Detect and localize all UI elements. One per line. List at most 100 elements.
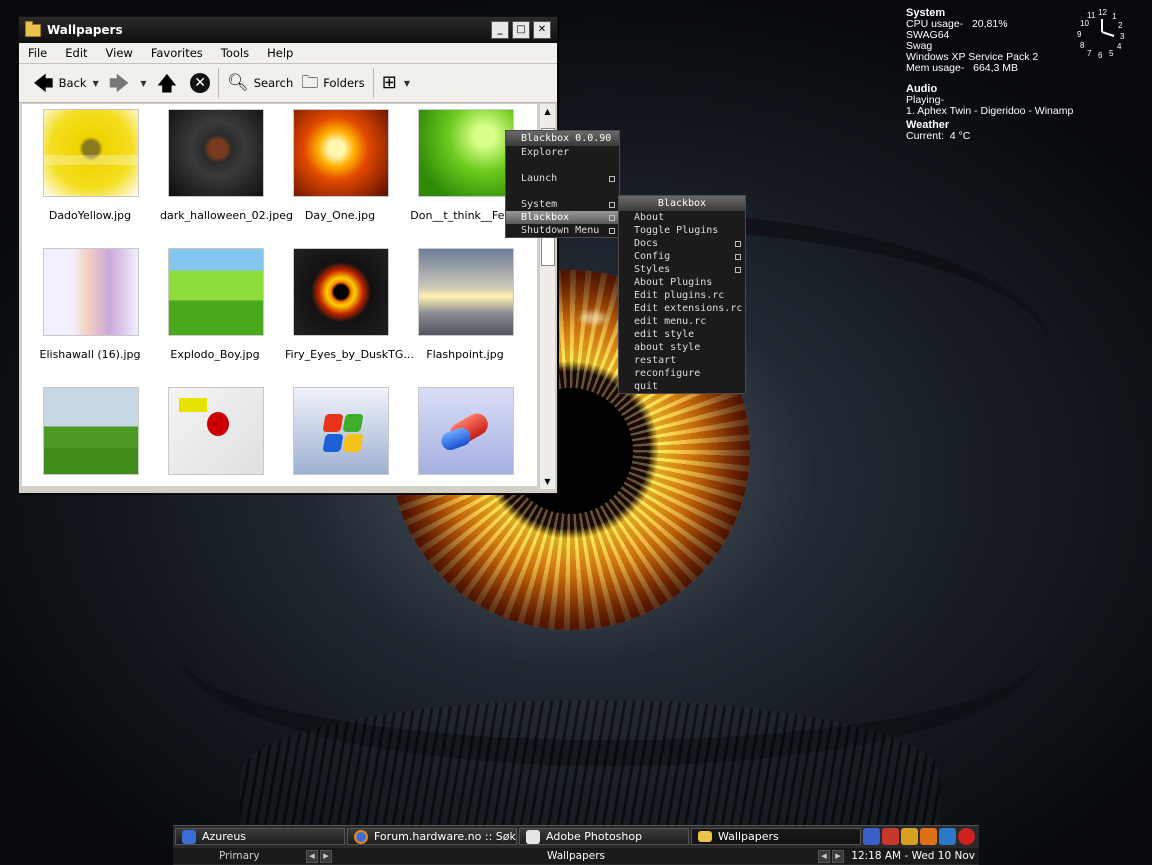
system-tray xyxy=(863,828,975,845)
folders-label: Folders xyxy=(323,76,365,90)
file-name: DadoYellow.jpg xyxy=(48,209,132,222)
views-button[interactable]: ⊞ ▼ xyxy=(378,68,420,98)
menu-bar: File Edit View Favorites Tools Help xyxy=(19,43,557,64)
now-playing-track: 1. Aphex Twin - Digeridoo - Winamp xyxy=(906,105,1074,117)
stop-button[interactable]: ✕ xyxy=(186,68,214,98)
folders-icon: 🗀 xyxy=(301,73,319,93)
mail-icon[interactable] xyxy=(863,828,880,845)
menu-file[interactable]: File xyxy=(19,46,56,60)
task-photoshop[interactable]: Adobe Photoshop xyxy=(519,828,689,845)
thumbnail xyxy=(418,387,514,475)
task-firefox[interactable]: Forum.hardware.no :: Søker... xyxy=(347,828,517,845)
menu-item-edit-plugins[interactable]: Edit plugins.rc xyxy=(619,289,745,302)
menu-view[interactable]: View xyxy=(97,46,142,60)
forward-dropdown-icon[interactable]: ▼ xyxy=(140,79,146,88)
menu-item-quit[interactable]: quit xyxy=(619,380,745,393)
menu-item-explorer[interactable]: Explorer xyxy=(506,146,619,159)
tray-app-icon[interactable] xyxy=(882,828,899,845)
file-name: Day_One.jpg xyxy=(304,209,376,222)
search-button[interactable]: 🔍︎ Search xyxy=(223,68,297,98)
up-button[interactable]: 🡅 xyxy=(153,68,187,98)
blackbox-root-menu: Blackbox 0.0.90 Explorer Launch System B… xyxy=(505,130,620,238)
menu-tools[interactable]: Tools xyxy=(212,46,258,60)
menu-item-label: Blackbox xyxy=(521,212,570,223)
toolbar: 🡄 Back ▼ 🡆 ▼ 🡅 ✕ 🔍︎ Search 🗀 Folders ⊞ ▼ xyxy=(19,64,557,103)
gear-icon[interactable] xyxy=(920,828,937,845)
submenu-icon xyxy=(609,228,615,234)
menu-item-about-plugins[interactable]: About Plugins xyxy=(619,276,745,289)
back-arrow-icon: 🡄 xyxy=(33,71,54,95)
menu-item-reconfigure[interactable]: reconfigure xyxy=(619,367,745,380)
thumbnail xyxy=(168,387,264,475)
firefox-icon xyxy=(354,829,368,844)
thumbnail xyxy=(168,109,264,197)
photoshop-icon xyxy=(526,829,540,844)
menu-item-edit-extensions[interactable]: Edit extensions.rc xyxy=(619,302,745,315)
search-label: Search xyxy=(253,76,294,90)
taskbar: Azureus Forum.hardware.no :: Søker... Ad… xyxy=(173,825,979,865)
menu-item-restart[interactable]: restart xyxy=(619,354,745,367)
tray-app-icon[interactable] xyxy=(939,828,956,845)
task-label: Azureus xyxy=(202,830,247,843)
menu-item-launch[interactable]: Launch xyxy=(506,172,619,185)
task-label: Adobe Photoshop xyxy=(546,830,643,843)
toolbar-separator xyxy=(372,68,374,98)
menu-item-label: Shutdown Menu xyxy=(521,225,600,236)
file-name: Elishawall (16).jpg xyxy=(39,348,141,361)
menu-item-toggle-plugins[interactable]: Toggle Plugins xyxy=(619,224,745,237)
file-view[interactable]: DadoYellow.jpg dark_halloween_02.jpeg Da… xyxy=(22,104,537,486)
mem-usage: Mem usage- 664,3 MB xyxy=(906,62,1019,74)
weather-current: Current: 4 °C xyxy=(906,130,971,142)
task-azureus[interactable]: Azureus xyxy=(175,828,345,845)
back-dropdown-icon[interactable]: ▼ xyxy=(93,79,99,88)
thumbnail xyxy=(293,248,389,336)
clock-hands xyxy=(1101,19,1115,37)
taskbar-clock: 12:18 AM - Wed 10 Nov xyxy=(851,850,975,862)
blackbox-submenu: Blackbox About Toggle Plugins Docs Confi… xyxy=(618,195,746,394)
menu-help[interactable]: Help xyxy=(258,46,302,60)
menu-item-blackbox[interactable]: Blackbox xyxy=(506,211,619,224)
menu-spacer xyxy=(506,159,619,172)
close-button[interactable]: ✕ xyxy=(533,21,551,39)
scroll-up-icon[interactable]: ▲ xyxy=(540,104,555,119)
file-name: Don__t_think__Feel_ xyxy=(410,209,520,222)
folder-icon xyxy=(25,20,41,37)
menu-item-about[interactable]: About xyxy=(619,211,745,224)
explorer-window[interactable]: Wallpapers _ □ ✕ File Edit View Favorite… xyxy=(18,16,558,494)
thumbnail xyxy=(43,387,139,475)
minimize-button[interactable]: _ xyxy=(491,21,509,39)
forward-arrow-icon: 🡆 xyxy=(108,71,130,95)
explorer-titlebar[interactable]: Wallpapers _ □ ✕ xyxy=(19,17,557,43)
search-icon: 🔍︎ xyxy=(227,73,249,93)
toolbar-bottom-row: Primary ◀ ▶ Wallpapers ◀ ▶ 12:18 AM - We… xyxy=(173,848,979,864)
file-name: Firy_Eyes_by_DuskTG... xyxy=(285,348,414,361)
submenu-icon xyxy=(735,254,741,260)
thumbnail xyxy=(43,248,139,336)
menu-item-shutdown[interactable]: Shutdown Menu xyxy=(506,224,619,237)
chevron-left-icon[interactable]: ◀ xyxy=(818,850,830,863)
views-dropdown-icon: ▼ xyxy=(403,78,411,88)
menu-item-label: Styles xyxy=(634,264,671,275)
menu-item-system[interactable]: System xyxy=(506,198,619,211)
menu-item-about-style[interactable]: about style xyxy=(619,341,745,354)
forward-button[interactable]: 🡆 xyxy=(105,68,139,98)
stop-icon: ✕ xyxy=(190,73,211,93)
menu-edit[interactable]: Edit xyxy=(56,46,96,60)
thumbnail xyxy=(168,248,264,336)
folders-button[interactable]: 🗀 Folders xyxy=(297,68,369,98)
scroll-down-icon[interactable]: ▼ xyxy=(540,474,555,489)
menu-item-config[interactable]: Config xyxy=(619,250,745,263)
menu-item-docs[interactable]: Docs xyxy=(619,237,745,250)
task-wallpapers[interactable]: Wallpapers xyxy=(691,828,861,845)
menu-item-styles[interactable]: Styles xyxy=(619,263,745,276)
tray-app-icon[interactable] xyxy=(901,828,918,845)
chevron-right-icon[interactable]: ▶ xyxy=(832,850,844,863)
thumbnail xyxy=(293,109,389,197)
thumbnail xyxy=(418,109,514,197)
maximize-button[interactable]: □ xyxy=(512,21,530,39)
menu-item-edit-style[interactable]: edit style xyxy=(619,328,745,341)
menu-favorites[interactable]: Favorites xyxy=(142,46,212,60)
tray-app-icon[interactable] xyxy=(958,828,975,845)
back-button[interactable]: 🡄 Back xyxy=(29,68,91,98)
menu-item-edit-menu[interactable]: edit menu.rc xyxy=(619,315,745,328)
